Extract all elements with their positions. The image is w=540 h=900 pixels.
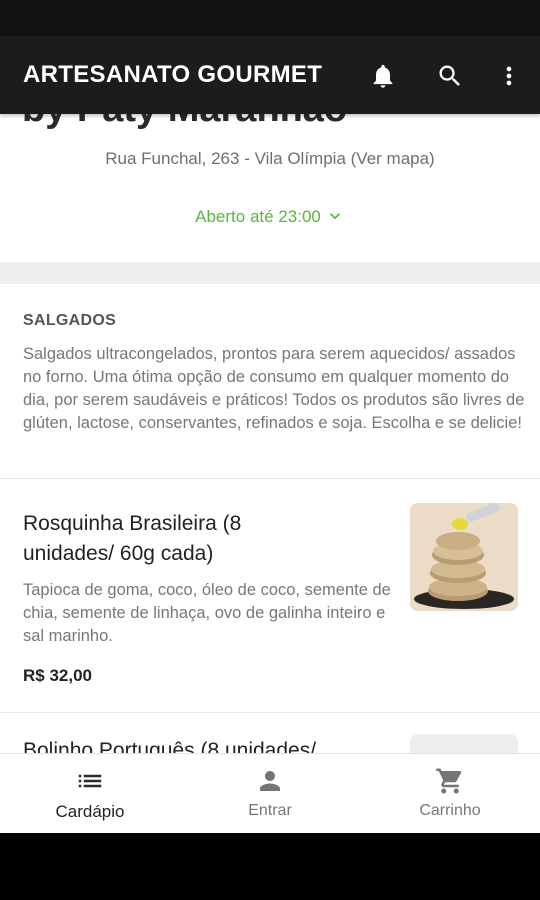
store-address[interactable]: Rua Funchal, 263 - Vila Olímpia (Ver map… xyxy=(0,149,540,169)
nav-label: Entrar xyxy=(248,802,292,819)
open-status-toggle[interactable]: Aberto até 23:00 xyxy=(0,206,540,227)
chevron-down-icon xyxy=(329,213,340,220)
product-image[interactable] xyxy=(410,734,518,753)
product-image[interactable] xyxy=(410,503,518,611)
section-description: Salgados ultracongelados, prontos para s… xyxy=(23,345,525,432)
search-button[interactable] xyxy=(430,56,470,96)
app-bar: ARTESANATO GOURMET xyxy=(0,36,540,114)
cart-icon xyxy=(436,768,462,794)
nav-item-carrinho[interactable]: Carrinho xyxy=(360,754,540,833)
system-navigation-bar xyxy=(0,833,540,900)
nav-item-entrar[interactable]: Entrar xyxy=(180,754,360,833)
bottom-navigation: Cardápio Entrar Carrinho xyxy=(0,753,540,833)
store-scroll-view[interactable]: by Paty Maranhão Rua Funchal, 263 - Vila… xyxy=(0,36,540,753)
nav-item-cardapio[interactable]: Cardápio xyxy=(0,754,180,833)
product-name: Bolinho Português (8 unidades/ xyxy=(23,739,317,753)
nav-label: Carrinho xyxy=(419,802,481,819)
notifications-button[interactable] xyxy=(363,56,403,96)
product-description: Tapioca de goma, coco, óleo de coco, sem… xyxy=(23,581,391,645)
person-icon xyxy=(260,771,280,791)
more-vert-icon xyxy=(506,66,512,86)
app-title: ARTESANATO GOURMET xyxy=(23,61,323,88)
section-divider xyxy=(0,262,540,284)
search-icon xyxy=(439,65,460,86)
bell-icon xyxy=(373,64,393,88)
app-screen: by Paty Maranhão Rua Funchal, 263 - Vila… xyxy=(0,36,540,833)
status-bar xyxy=(0,0,540,36)
divider xyxy=(0,478,540,479)
section-title: SALGADOS xyxy=(23,312,117,329)
divider xyxy=(0,712,540,713)
product-price: R$ 32,00 xyxy=(23,666,92,685)
open-status-label: Aberto até 23:00 xyxy=(195,207,321,226)
menu-list-icon xyxy=(78,774,102,788)
more-options-button[interactable] xyxy=(489,56,529,96)
nav-label: Cardápio xyxy=(55,802,125,821)
product-name: Rosquinha Brasileira (8 unidades/ 60g ca… xyxy=(23,512,242,565)
